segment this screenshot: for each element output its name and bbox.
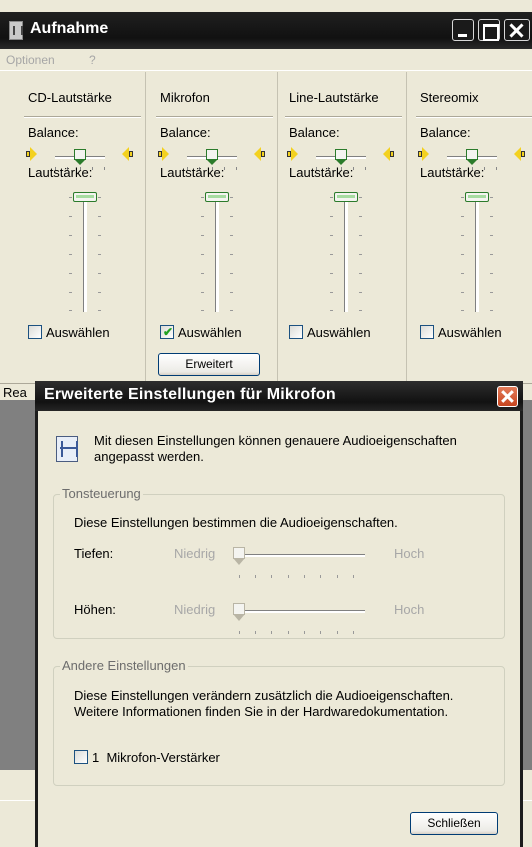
channel-name: CD-Lautstärke	[28, 90, 112, 105]
mixer-app-icon	[9, 21, 23, 40]
menu-bar: Optionen ?	[0, 49, 532, 71]
checkmark-icon: ✔	[163, 325, 174, 339]
other-settings-group: Andere Einstellungen Diese Einstellungen…	[53, 658, 505, 786]
divider	[416, 116, 532, 118]
advanced-button[interactable]: Erweitert	[158, 353, 260, 376]
close-window-button[interactable]	[504, 19, 530, 41]
speaker-right-icon	[514, 147, 526, 161]
volume-slider[interactable]	[457, 192, 497, 314]
select-label: Auswählen	[178, 325, 242, 340]
treble-label: Höhen:	[74, 602, 116, 617]
recording-mixer-window: Aufnahme Optionen ? CD-Lautstärke Balanc…	[0, 0, 532, 400]
minimize-button[interactable]	[452, 19, 474, 41]
balance-label: Balance:	[160, 125, 211, 140]
balance-label: Balance:	[289, 125, 340, 140]
channel-cd: CD-Lautstärke Balance: Lautstärke: Auswä…	[24, 72, 146, 382]
dialog-description: Mit diesen Einstellungen können genauere…	[94, 433, 457, 464]
channel-name: Line-Lautstärke	[289, 90, 379, 105]
balance-label: Balance:	[28, 125, 79, 140]
settings-info-icon	[54, 434, 80, 463]
dialog-title: Erweiterte Einstellungen für Mikrofon	[44, 386, 336, 403]
divider	[156, 116, 273, 118]
speaker-left-icon	[26, 147, 38, 161]
other-group-legend: Andere Einstellungen	[60, 658, 188, 673]
select-label: Auswählen	[307, 325, 371, 340]
bass-low-label: Niedrig	[174, 546, 216, 561]
bass-slider[interactable]	[233, 547, 365, 583]
divider	[24, 116, 141, 118]
speaker-right-icon	[122, 147, 134, 161]
maximize-button[interactable]	[478, 19, 500, 41]
speaker-right-icon	[254, 147, 266, 161]
bass-high-label: Hoch	[394, 546, 425, 561]
bass-label: Tiefen:	[74, 546, 114, 561]
volume-label: Lautstärke:	[160, 165, 225, 180]
other-group-text-2: Weitere Informationen finden Sie in der …	[74, 704, 449, 719]
channel-mikrofon: Mikrofon Balance: Lautstärke: ✔ Auswähle…	[156, 72, 278, 382]
main-window-title: Aufnahme	[30, 20, 109, 37]
tone-control-group: Tonsteuerung Diese Einstellungen bestimm…	[53, 486, 505, 639]
volume-label: Lautstärke:	[28, 165, 93, 180]
advanced-settings-dialog: Erweiterte Einstellungen für Mikrofon Mi…	[35, 381, 523, 847]
speaker-left-icon	[418, 147, 430, 161]
volume-slider[interactable]	[197, 192, 237, 314]
close-button[interactable]: Schließen	[410, 812, 498, 835]
menu-help[interactable]: ?	[89, 53, 96, 67]
balance-label: Balance:	[420, 125, 471, 140]
channel-name: Stereomix	[420, 90, 479, 105]
volume-slider[interactable]	[65, 192, 105, 314]
volume-label: Lautstärke:	[420, 165, 485, 180]
channel-line: Line-Lautstärke Balance: Lautstärke: Aus…	[285, 72, 407, 382]
treble-low-label: Niedrig	[174, 602, 216, 617]
dialog-close-icon[interactable]	[497, 386, 518, 407]
tone-group-text: Diese Einstellungen bestimmen die Audioe…	[74, 515, 398, 530]
speaker-right-icon	[383, 147, 395, 161]
volume-label: Lautstärke:	[289, 165, 354, 180]
main-titlebar[interactable]: Aufnahme	[0, 12, 532, 49]
mic-boost-label: 1 Mikrofon-Verstärker	[92, 750, 220, 765]
speaker-left-icon	[287, 147, 299, 161]
treble-slider[interactable]	[233, 603, 365, 639]
select-label: Auswählen	[438, 325, 502, 340]
divider	[285, 116, 402, 118]
menu-options[interactable]: Optionen	[6, 53, 55, 67]
other-group-text-1: Diese Einstellungen verändern zusätzlich…	[74, 688, 454, 703]
speaker-left-icon	[158, 147, 170, 161]
channel-name: Mikrofon	[160, 90, 210, 105]
dialog-titlebar[interactable]: Erweiterte Einstellungen für Mikrofon	[35, 381, 523, 411]
select-label: Auswählen	[46, 325, 110, 340]
tone-group-legend: Tonsteuerung	[60, 486, 143, 501]
volume-slider[interactable]	[326, 192, 366, 314]
channel-stereomix: Stereomix Balance: Lautstärke: Auswählen	[416, 72, 532, 382]
status-text: Rea	[3, 385, 27, 400]
treble-high-label: Hoch	[394, 602, 425, 617]
